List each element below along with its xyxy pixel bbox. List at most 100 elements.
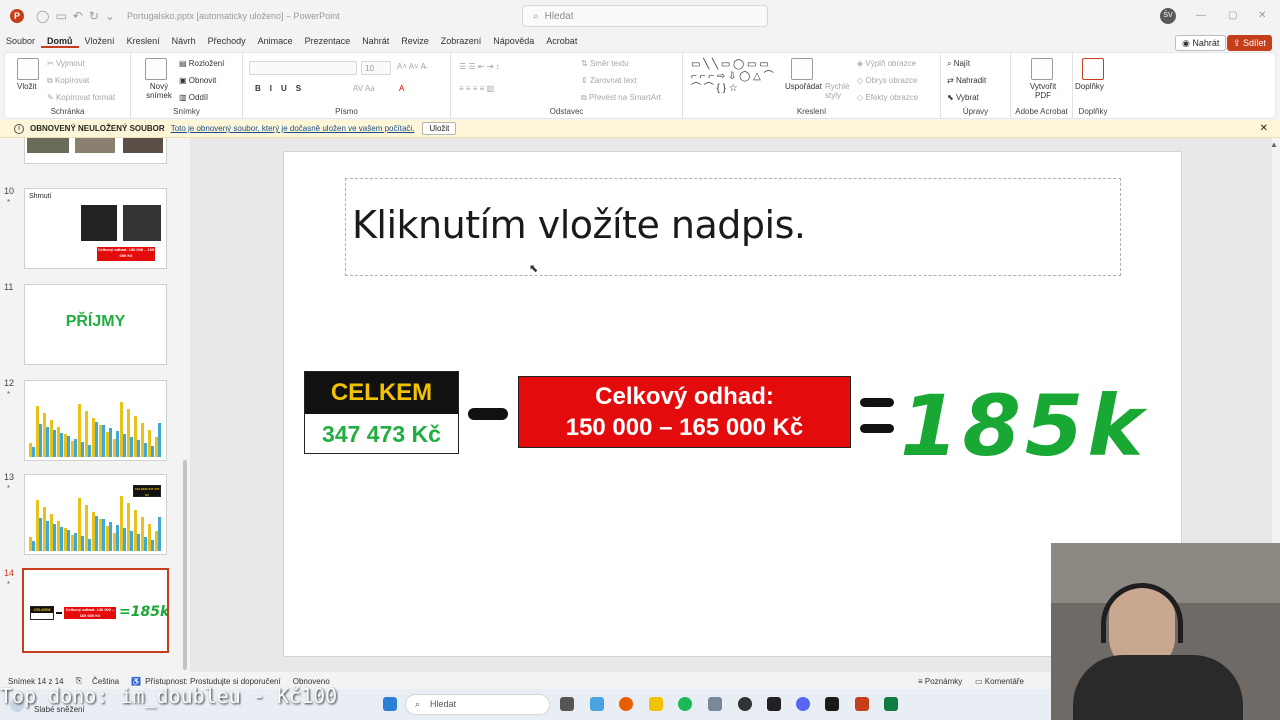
user-avatar[interactable]: ŠV (1160, 8, 1176, 24)
clipboard-group: Vložit ✂ Vyjmout ⧉ Kopírovat ✎ Kopírovat… (5, 53, 131, 118)
tab-2[interactable]: Vložení (79, 36, 121, 48)
arrange-button[interactable]: Uspořádat (785, 82, 822, 91)
format-painter-button[interactable]: ✎ Kopírovat formát (47, 93, 115, 102)
tab-5[interactable]: Přechody (202, 36, 252, 48)
tab-12[interactable]: Acrobat (540, 36, 583, 48)
capcut-icon[interactable] (767, 697, 781, 711)
scroll-up-icon[interactable]: ▲ (1270, 140, 1278, 149)
cut-button[interactable]: ✂ Vyjmout (47, 59, 85, 68)
equals-sign-bottom[interactable] (860, 424, 894, 433)
char-spacing-icon[interactable]: AV Aa (353, 84, 375, 93)
title-placeholder[interactable]: Kliknutím vložíte nadpis. (345, 178, 1121, 276)
slide-thumbnail-11[interactable]: PŘÍJMY (24, 284, 167, 365)
addins-button[interactable]: Doplňky (1075, 82, 1104, 91)
copy-button[interactable]: ⧉ Kopírovat (47, 76, 89, 86)
smartart-button[interactable]: ⧉ Převést na SmartArt (581, 93, 661, 103)
font-color-icon[interactable]: A (399, 84, 404, 93)
maximize-icon[interactable]: ▢ (1228, 10, 1237, 21)
snipping-tool-icon[interactable] (590, 697, 604, 711)
text-direction-button[interactable]: ⇅ Směr textu (581, 59, 629, 68)
shape-effects-button[interactable]: ◇ Efekty obrazce (857, 93, 918, 102)
task-view-icon[interactable] (560, 697, 574, 711)
tab-1[interactable]: Domů (41, 36, 79, 48)
slide-thumbnail-10[interactable]: Shrnutí Celkový odhad: 150 000 – 165 000… (24, 188, 167, 269)
arrange-icon[interactable] (791, 58, 813, 80)
tab-8[interactable]: Nahrát (356, 36, 395, 48)
font-name-dropdown[interactable] (249, 61, 357, 75)
taskbar-search[interactable]: ⌕ Hledat (405, 694, 550, 715)
tab-10[interactable]: Zobrazení (435, 36, 488, 48)
create-pdf-icon[interactable] (1031, 58, 1053, 80)
new-slide-icon[interactable] (145, 58, 167, 80)
notes-button[interactable]: ≡ Poznámky (918, 677, 962, 686)
slide-thumbnail-14[interactable]: CELKEM Celkový odhad: 150 000 – 165 000 … (22, 568, 169, 653)
banner-save-button[interactable]: Uložit (422, 122, 457, 135)
calculator-icon[interactable] (708, 697, 722, 711)
grow-font-icon[interactable]: A˄ A˅ A̶ (397, 62, 426, 71)
celkem-box[interactable]: CELKEM 347 473 Kč (304, 371, 459, 454)
discord-icon[interactable] (796, 697, 810, 711)
file-explorer-icon[interactable] (649, 697, 663, 711)
record-button[interactable]: ◉ Nahrát (1175, 35, 1227, 51)
close-window-icon[interactable]: ✕ (1258, 10, 1266, 21)
undo-icon[interactable]: ↶ (73, 9, 83, 23)
minus-sign[interactable] (468, 408, 508, 420)
shapes-gallery-icon[interactable]: ▭ ╲ ╲ ▭ ◯ ▭ ▭ ⌐ ⌐ ⌐ ⇨ ⇩ ◯ △ ⌒ ⌒ ⌒ { } ☆ (691, 59, 777, 95)
find-button[interactable]: ⌕ Najít (947, 59, 970, 69)
thumbnail-scrollbar[interactable] (183, 460, 187, 670)
create-pdf-button[interactable]: Vytvořit PDF (1025, 82, 1061, 100)
slide-thumbnail-12[interactable] (24, 380, 167, 461)
font-style-button-3[interactable]: S (296, 84, 310, 93)
reset-button[interactable]: ▣ Obnovit (179, 76, 216, 85)
editing-group-label: Úpravy (962, 107, 989, 116)
odhad-box[interactable]: Celkový odhad: 150 000 – 165 000 Kč (518, 376, 851, 448)
font-style-button-2[interactable]: U (281, 84, 296, 93)
shape-fill-button[interactable]: ◈ Výplň obrazce (857, 59, 916, 68)
customize-icon[interactable]: ⌄ (105, 9, 115, 23)
banner-close-icon[interactable]: ✕ (1260, 123, 1268, 134)
tab-6[interactable]: Animace (252, 36, 299, 48)
share-button[interactable]: ⇪ Sdílet (1227, 35, 1273, 51)
tab-4[interactable]: Návrh (166, 36, 202, 48)
windows-start-icon[interactable] (383, 697, 397, 711)
tab-11[interactable]: Nápověda (487, 36, 540, 48)
title-search-box[interactable]: ⌕ Hledat (522, 5, 768, 27)
save-icon[interactable]: ▭ (55, 9, 66, 23)
shape-outline-button[interactable]: ◇ Obrys obrazce (857, 76, 917, 85)
tab-7[interactable]: Prezentace (299, 36, 357, 48)
spotify-icon[interactable] (678, 697, 692, 711)
equals-sign-top[interactable] (860, 398, 894, 407)
new-slide-button[interactable]: Nový snímek (139, 82, 179, 100)
slide-thumbnail-9[interactable] (24, 138, 167, 164)
powerpoint-taskbar-icon[interactable] (855, 697, 869, 711)
epic-games-icon[interactable] (825, 697, 839, 711)
tab-0[interactable]: Soubor (0, 36, 41, 48)
select-button[interactable]: ⬉ Vybrat (947, 93, 979, 102)
firefox-icon[interactable] (619, 697, 633, 711)
tab-3[interactable]: Kreslení (121, 36, 166, 48)
paste-button[interactable]: Vložit (17, 82, 37, 91)
autosave-icon[interactable]: ◯ (36, 9, 49, 23)
align-icons[interactable]: ≡ ≡ ≡ ≡ ▥ (459, 84, 494, 93)
addins-icon[interactable] (1082, 58, 1104, 80)
comments-button[interactable]: ▭ Komentáře (975, 677, 1024, 686)
obs-icon[interactable] (738, 697, 752, 711)
slide-thumbnail-13[interactable]: CELKEM 347 473 Kč (24, 474, 167, 555)
redo-icon[interactable]: ↻ (89, 9, 99, 23)
layout-button[interactable]: ▤ Rozložení (179, 59, 224, 68)
minimize-icon[interactable]: — (1196, 10, 1206, 21)
font-style-button-1[interactable]: I (270, 84, 281, 93)
tabs-list: Soubor Domů Vložení Kreslení Návrh Přechody An… (0, 36, 583, 48)
align-text-button[interactable]: ⇕ Zarovnat text (581, 76, 637, 85)
banner-message[interactable]: Toto je obnovený soubor, který je dočasn… (171, 124, 415, 133)
paste-icon[interactable] (17, 58, 39, 80)
font-size-dropdown[interactable]: 10 (361, 61, 391, 75)
quick-styles-button[interactable]: Rychlé styly (825, 82, 853, 100)
result-handwritten[interactable]: 185k (900, 376, 1147, 476)
replace-button[interactable]: ⇄ Nahradit (947, 76, 986, 85)
excel-taskbar-icon[interactable] (884, 697, 898, 711)
bullets-icon[interactable]: ☰ ☰ ⇤ ⇥ ↕ (459, 62, 500, 71)
tab-9[interactable]: Revize (395, 36, 435, 48)
font-style-button-0[interactable]: B (255, 84, 270, 93)
section-button[interactable]: ▥ Oddíl (179, 93, 208, 102)
